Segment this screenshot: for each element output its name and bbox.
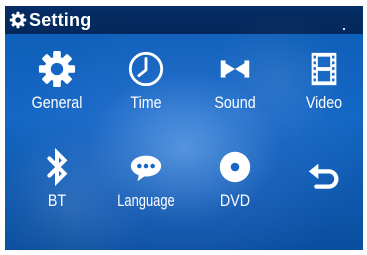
settings-screen: Setting General Time Sound Video BT Lang… [5, 6, 363, 250]
speech-bubble-icon [130, 155, 162, 182]
general-button[interactable]: General [18, 50, 96, 120]
sound-button[interactable]: Sound [196, 50, 274, 120]
time-label: Time [130, 93, 162, 112]
general-label: General [31, 93, 83, 112]
video-button[interactable]: Video [285, 50, 363, 120]
film-icon [311, 52, 337, 86]
sound-icon [220, 60, 250, 78]
clock-icon [128, 51, 164, 87]
dvd-button[interactable]: DVD [196, 148, 274, 218]
sound-label: Sound [214, 93, 256, 112]
status-dot [343, 28, 345, 30]
video-label: Video [305, 93, 343, 112]
title-bar: Setting [5, 6, 363, 34]
disc-icon [219, 151, 251, 183]
back-button[interactable] [285, 148, 363, 218]
language-label: Language [117, 191, 175, 210]
dvd-label: DVD [219, 191, 251, 210]
back-arrow-icon [308, 163, 339, 189]
gear-icon [38, 50, 76, 88]
bluetooth-icon [47, 148, 68, 186]
bt-label: BT [47, 191, 67, 210]
page-title: Setting [29, 10, 92, 30]
gear-icon [9, 11, 27, 29]
bt-button[interactable]: BT [18, 148, 96, 218]
time-button[interactable]: Time [107, 50, 185, 120]
language-button[interactable]: Language [107, 148, 185, 218]
